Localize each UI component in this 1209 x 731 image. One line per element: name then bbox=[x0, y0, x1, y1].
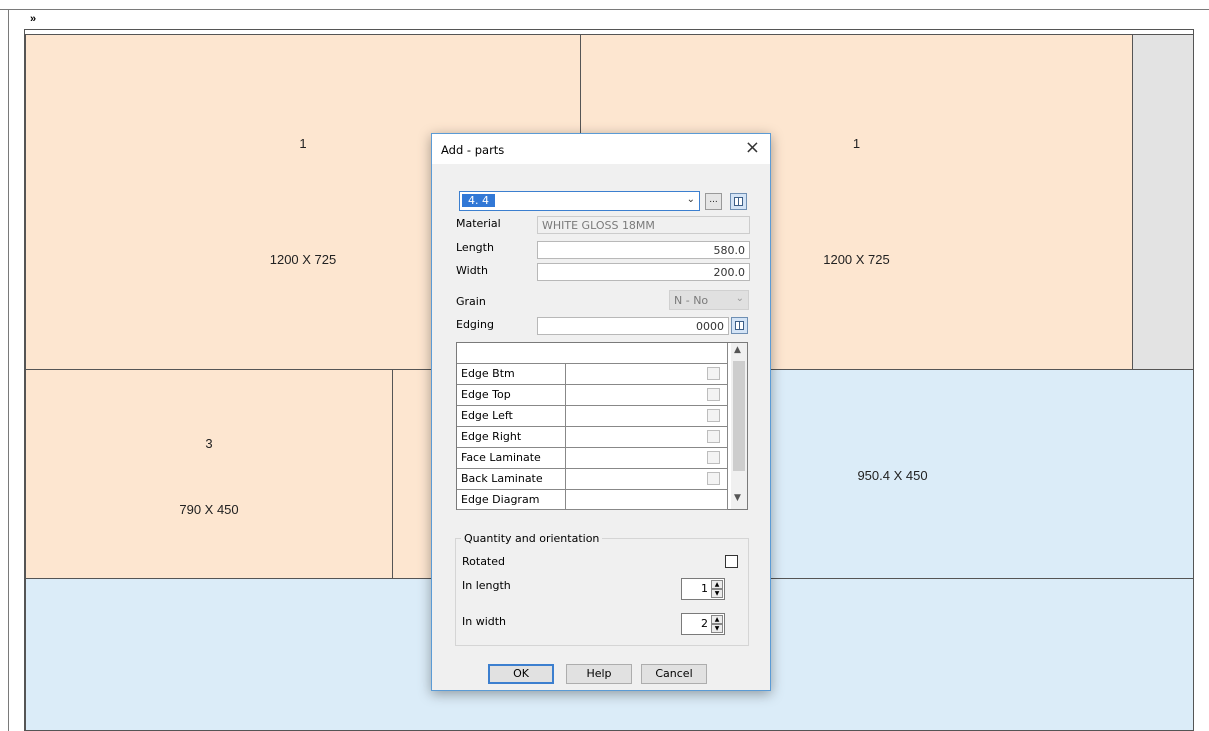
width-field[interactable]: 200.0 bbox=[537, 263, 750, 281]
table-row-value[interactable] bbox=[565, 406, 728, 427]
chevron-down-icon[interactable]: ⌄ bbox=[687, 194, 695, 205]
spin-down-icon[interactable]: ▼ bbox=[711, 589, 723, 598]
part-select[interactable]: 4. 4 ⌄ bbox=[459, 191, 700, 211]
group-title: Quantity and orientation bbox=[461, 532, 603, 545]
scrollbar-thumb[interactable] bbox=[733, 361, 745, 471]
rotated-checkbox[interactable] bbox=[725, 555, 738, 568]
edge-left-checkbox[interactable] bbox=[707, 409, 720, 422]
width-label: Width bbox=[456, 264, 488, 277]
spin-up-icon[interactable]: ▲ bbox=[711, 580, 723, 589]
part-number: 3 bbox=[205, 436, 213, 451]
help-button[interactable]: Help bbox=[566, 664, 632, 684]
dialog-titlebar[interactable]: Add - parts × bbox=[432, 134, 770, 164]
in-width-stepper[interactable]: 2 ▲ ▼ bbox=[681, 613, 725, 635]
face-laminate-checkbox[interactable] bbox=[707, 451, 720, 464]
ok-button[interactable]: OK bbox=[488, 664, 554, 684]
edging-field[interactable]: 0000 bbox=[537, 317, 729, 335]
in-width-value: 2 bbox=[701, 617, 708, 630]
table-scrollbar[interactable]: ▲ ▼ bbox=[731, 343, 747, 509]
table-row-label: Edge Right bbox=[457, 427, 566, 448]
browse-button[interactable]: ... bbox=[705, 193, 722, 210]
edge-right-checkbox[interactable] bbox=[707, 430, 720, 443]
parts-list-icon[interactable] bbox=[730, 193, 747, 210]
chevron-down-icon[interactable]: ▼ bbox=[734, 493, 741, 503]
grain-select-value: N - No bbox=[674, 294, 709, 307]
table-row-label: Edge Top bbox=[457, 385, 566, 406]
toolbar-overflow-icon[interactable]: » bbox=[30, 13, 36, 25]
waste-panel[interactable] bbox=[1132, 34, 1194, 370]
length-field[interactable]: 580.0 bbox=[537, 241, 750, 259]
in-length-value: 1 bbox=[701, 582, 708, 595]
table-row-value[interactable] bbox=[565, 448, 728, 469]
dialog-title: Add - parts bbox=[441, 143, 505, 157]
in-width-label: In width bbox=[462, 615, 507, 628]
part-panel[interactable]: 3 790 X 450 bbox=[25, 369, 393, 579]
spin-up-icon[interactable]: ▲ bbox=[711, 615, 723, 624]
table-row-value[interactable] bbox=[565, 427, 728, 448]
table-row-value[interactable] bbox=[565, 469, 728, 490]
material-label: Material bbox=[456, 217, 501, 230]
cancel-button[interactable]: Cancel bbox=[641, 664, 707, 684]
table-row-value[interactable] bbox=[565, 490, 728, 510]
edging-table[interactable]: Edge Btm Edge Top Edge Left Edge Right F… bbox=[456, 342, 748, 510]
table-row-value[interactable] bbox=[565, 364, 728, 385]
left-divider bbox=[8, 9, 9, 731]
chevron-up-icon[interactable]: ▲ bbox=[734, 345, 741, 355]
table-row-label: Face Laminate bbox=[457, 448, 566, 469]
part-select-value: 4. 4 bbox=[462, 194, 495, 207]
top-divider bbox=[0, 9, 1209, 10]
material-field: WHITE GLOSS 18MM bbox=[537, 216, 750, 234]
length-label: Length bbox=[456, 241, 494, 254]
table-row-label: Back Laminate bbox=[457, 469, 566, 490]
table-header bbox=[565, 343, 728, 364]
table-row-label: Edge Btm bbox=[457, 364, 566, 385]
table-row-label: Edge Diagram bbox=[457, 490, 566, 510]
in-length-label: In length bbox=[462, 579, 511, 592]
edging-list-icon[interactable] bbox=[731, 317, 748, 334]
table-header bbox=[457, 343, 566, 364]
edge-top-checkbox[interactable] bbox=[707, 388, 720, 401]
grain-select: N - No ⌄ bbox=[669, 290, 749, 310]
add-parts-dialog: Add - parts × 4. 4 ⌄ ... Material WHITE … bbox=[431, 133, 771, 691]
back-laminate-checkbox[interactable] bbox=[707, 472, 720, 485]
close-icon[interactable]: × bbox=[745, 138, 760, 158]
in-length-stepper[interactable]: 1 ▲ ▼ bbox=[681, 578, 725, 600]
edge-btm-checkbox[interactable] bbox=[707, 367, 720, 380]
part-dimensions: 790 X 450 bbox=[179, 502, 239, 517]
edging-label: Edging bbox=[456, 318, 494, 331]
rotated-label: Rotated bbox=[462, 555, 505, 568]
chevron-down-icon: ⌄ bbox=[735, 293, 744, 304]
spin-down-icon[interactable]: ▼ bbox=[711, 624, 723, 633]
table-row-label: Edge Left bbox=[457, 406, 566, 427]
grain-label: Grain bbox=[456, 295, 486, 308]
table-row-value[interactable] bbox=[565, 385, 728, 406]
